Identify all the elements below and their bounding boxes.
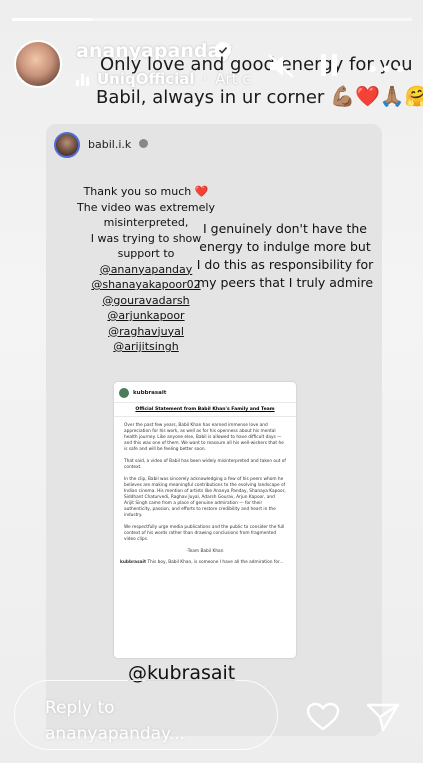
post-verified-icon: [139, 139, 148, 148]
statement-footer-text: This boy, Babil Khan, is someone I have …: [147, 560, 284, 565]
statement-footer: kubbrasait This boy, Babil Khan, is some…: [120, 560, 290, 566]
post-avatar: [54, 132, 80, 158]
reply-placeholder-line: ananyapanday...: [45, 724, 185, 744]
statement-signature: -Team Babil Khan: [186, 549, 224, 554]
statement-title: Official Statement from Babil Khan's Fam…: [114, 402, 296, 417]
story-progress-fill: [12, 18, 92, 21]
heart-icon[interactable]: [306, 702, 340, 736]
statement-paragraph: We respectfully urge media publications …: [124, 525, 285, 542]
statement-card: kubbrasait Official Statement from Babil…: [114, 382, 296, 658]
statement-paragraph: In the clip, Babil was sincerely acknowl…: [124, 477, 286, 518]
caption-line-2-text: Babil, always in ur corner: [96, 87, 325, 108]
pause-icon[interactable]: [318, 52, 340, 82]
intro-line: The video was extremely: [77, 200, 215, 214]
more-icon[interactable]: •••: [366, 58, 408, 83]
embedded-post: babil.i.k Thank you so much ❤️ The video…: [46, 124, 382, 736]
mention-tag[interactable]: @arjunkapoor: [66, 308, 226, 324]
mention-tag[interactable]: @gouravadarsh: [66, 293, 226, 309]
statement-header: kubbrasait: [114, 382, 296, 400]
statement-footer-user: kubbrasait: [120, 560, 147, 565]
statement-paragraph: That said, a video of Babil has been wid…: [124, 459, 286, 470]
statement-paragraph: Over the past few years, Babil Khan has …: [124, 423, 284, 452]
music-bars-icon: [76, 72, 89, 86]
reply-input[interactable]: Reply to ananyapanday...: [14, 680, 278, 750]
post-username: babil.i.k: [88, 138, 132, 151]
caption-line-2: Babil, always in ur corner 💪🏽❤️🙏🏽🤗: [96, 84, 423, 108]
send-icon[interactable]: [366, 702, 400, 736]
post-side-text: I genuinely don't have the energy to ind…: [196, 221, 374, 290]
mute-icon[interactable]: [266, 52, 296, 84]
caption-emojis: 💪🏽❤️🙏🏽🤗: [330, 84, 423, 108]
mention-tag[interactable]: @raghavjuyal: [66, 324, 226, 340]
statement-username: kubbrasait: [133, 390, 167, 396]
reply-placeholder: Reply to ananyapanday...: [45, 695, 185, 747]
story-progress-bar: [12, 18, 412, 21]
reply-placeholder-line: Reply to: [45, 698, 115, 718]
avatar[interactable]: [14, 40, 62, 88]
intro-line: Thank you so much ❤️: [83, 185, 209, 198]
statement-avatar: [119, 388, 129, 398]
mention-tag[interactable]: @arijitsingh: [66, 339, 226, 355]
